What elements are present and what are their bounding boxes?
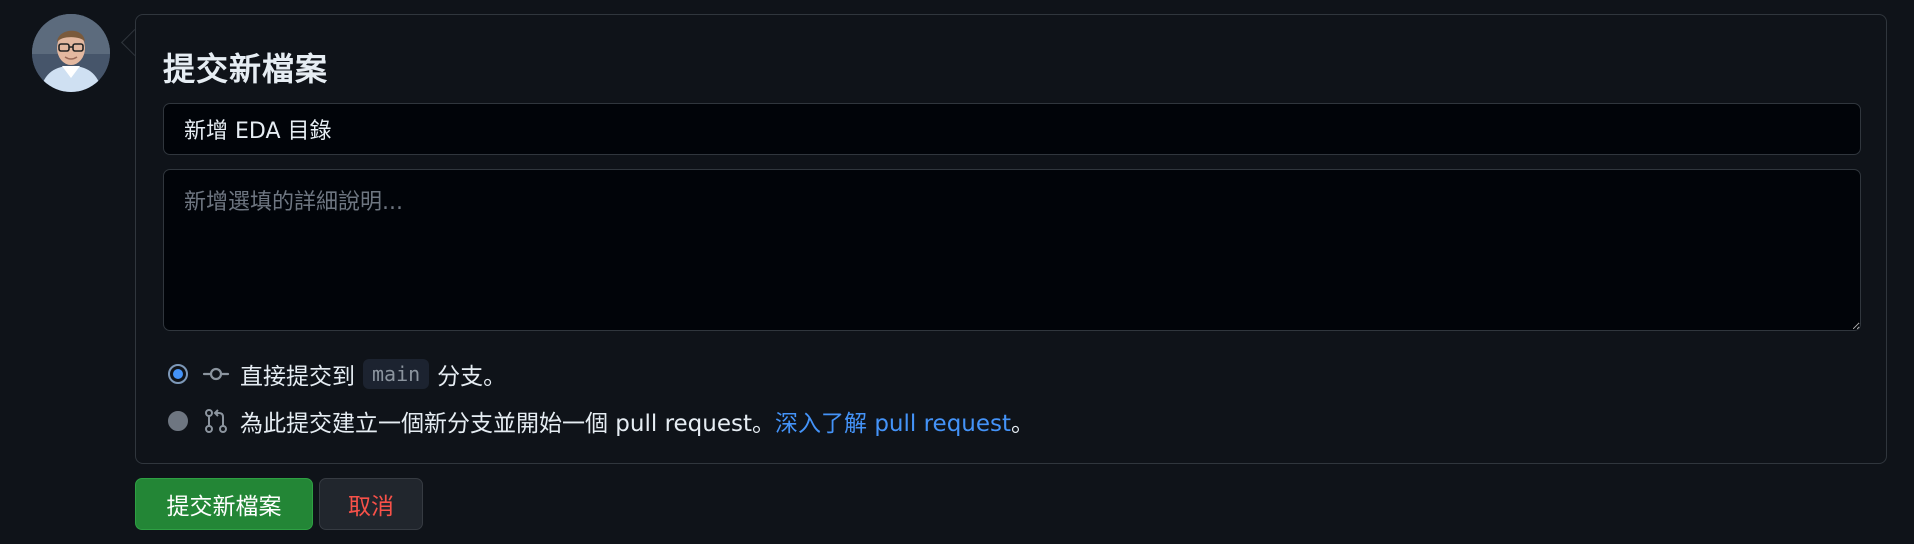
new-branch-option[interactable]: 為此提交建立一個新分支並開始一個 pull request。 深入了解 pull…: [168, 404, 1034, 438]
avatar-image: [32, 14, 110, 92]
commit-directly-text: 直接提交到: [240, 364, 355, 390]
commit-dialog-title: 提交新檔案: [163, 50, 329, 88]
avatar[interactable]: [32, 14, 110, 92]
new-branch-text: 為此提交建立一個新分支並開始一個 pull request。: [240, 411, 776, 437]
new-branch-radio[interactable]: [168, 411, 188, 431]
git-commit-icon: [202, 360, 230, 388]
commit-directly-suffix: 分支。: [437, 364, 507, 390]
commit-directly-option[interactable]: 直接提交到 main 分支。: [168, 357, 506, 391]
commit-new-file-button[interactable]: 提交新檔案: [135, 478, 313, 530]
git-pull-request-icon: [202, 407, 230, 435]
branch-name: main: [363, 359, 430, 389]
learn-more-pull-request-link[interactable]: 深入了解 pull request: [775, 404, 1011, 438]
commit-description-textarea[interactable]: [163, 169, 1861, 331]
cancel-button[interactable]: 取消: [319, 478, 423, 530]
commit-summary-input[interactable]: [163, 103, 1861, 155]
new-branch-suffix: 。: [1011, 411, 1035, 437]
commit-directly-radio[interactable]: [168, 364, 188, 384]
